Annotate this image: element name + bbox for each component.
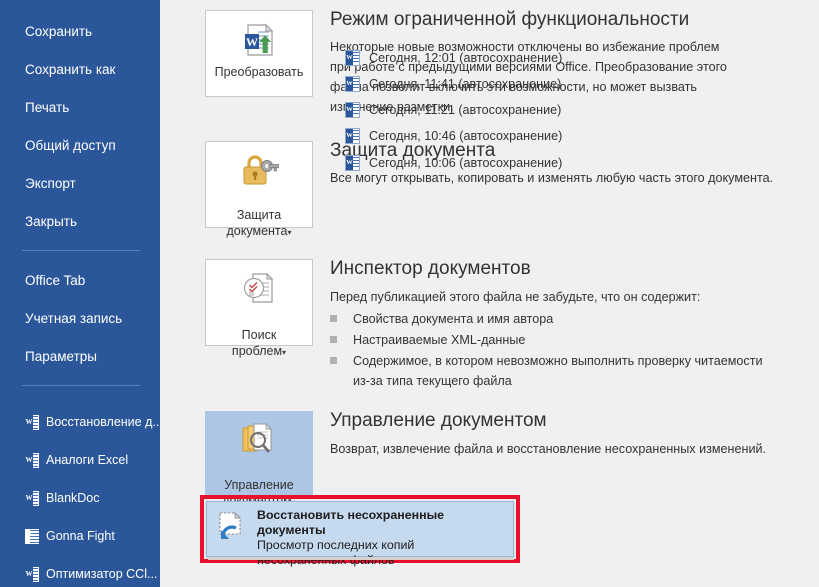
autosave-version-label: Сегодня, 11:41 (автосохранение) (369, 77, 562, 91)
sidebar-item-export[interactable]: Экспорт (0, 170, 160, 196)
sidebar-item-save[interactable]: Сохранить (0, 18, 160, 44)
sidebar-separator (22, 250, 140, 251)
sidebar-item-label: Сохранить (25, 23, 93, 39)
sidebar-separator (22, 385, 140, 386)
recent-doc-3[interactable]: W BlankDoc (0, 485, 160, 511)
word-doc-icon-alt: W (25, 528, 39, 544)
bullet-square-icon (330, 315, 337, 322)
word-doc-icon: W (345, 155, 360, 171)
inspector-bullet: Содержимое, в котором невозможно выполни… (330, 351, 800, 391)
word-doc-icon: W (25, 566, 39, 582)
sidebar-item-account[interactable]: Учетная запись (0, 305, 160, 331)
autosave-version-label: Сегодня, 10:46 (автосохранение) (369, 129, 563, 143)
popup-subtitle: Просмотр последних копий несохраненных ф… (257, 538, 415, 567)
bullet-square-icon (330, 336, 337, 343)
word-backstage-info-screen: Сохранить Сохранить как Печать Общий доступ… (0, 0, 819, 587)
manage-document-icon (240, 423, 278, 457)
autosave-version-row[interactable]: W Сегодня, 11:21 (автосохранение) (345, 102, 561, 118)
recent-doc-1[interactable]: W Восстановление д... (0, 409, 163, 435)
recent-doc-label: Аналоги Excel (46, 453, 129, 467)
sidebar-item-label: Office Tab (25, 272, 86, 288)
word-doc-icon: W (345, 50, 360, 66)
bullet-square-icon (330, 357, 337, 364)
popup-title: Восстановить несохраненные документы (257, 508, 445, 537)
convert-button-label: Преобразовать (214, 65, 304, 79)
convert-document-icon: W (242, 22, 276, 60)
autosave-version-label: Сегодня, 11:21 (автосохранение) (369, 103, 562, 117)
recent-doc-label: BlankDoc (46, 491, 100, 505)
word-doc-icon: W (345, 76, 360, 92)
manage-document-description: Возврат, извлечение файла и восстановлен… (330, 442, 767, 456)
manage-document-button[interactable]: Управление документом▾ (205, 411, 313, 508)
compatibility-title: Режим ограниченной функциональности (330, 9, 690, 30)
inspector-bullet: Свойства документа и имя автора (330, 309, 800, 329)
autosave-version-label: Сегодня, 10:06 (автосохранение) (369, 156, 563, 170)
autosave-version-row[interactable]: W Сегодня, 11:41 (автосохранение) (345, 76, 561, 92)
sidebar-item-print[interactable]: Печать (0, 94, 160, 120)
sidebar-item-options[interactable]: Параметры (0, 343, 160, 369)
recent-doc-label: Восстановление д... (46, 415, 163, 429)
popup-shadow (208, 557, 514, 560)
word-doc-icon: W (345, 128, 360, 144)
lock-key-icon (239, 153, 279, 187)
autosave-version-row[interactable]: W Сегодня, 10:06 (автосохранение) (345, 155, 562, 171)
sidebar-item-save-as[interactable]: Сохранить как (0, 56, 160, 82)
manage-document-title: Управление документом (330, 410, 547, 431)
sidebar-item-share[interactable]: Общий доступ (0, 132, 160, 158)
sidebar-item-label: Общий доступ (25, 137, 116, 153)
sidebar-item-label: Параметры (25, 348, 97, 364)
sidebar-item-label: Сохранить как (25, 61, 116, 77)
recent-doc-label: Оптимизатор CCl... (46, 567, 158, 581)
recent-doc-5[interactable]: W Оптимизатор CCl... (0, 561, 160, 587)
recover-unsaved-documents-menu-item[interactable]: Восстановить несохраненные документы Про… (206, 501, 514, 567)
convert-button[interactable]: W Преобразовать (205, 10, 313, 97)
recent-doc-4[interactable]: W Gonna Fight (0, 523, 160, 549)
recent-doc-2[interactable]: W Аналоги Excel (0, 447, 160, 473)
word-doc-icon: W (25, 414, 39, 430)
info-content-pane: W Преобразовать Режим ограниченной функц… (160, 0, 819, 587)
check-for-issues-button-label: Поиск проблем▾ (231, 328, 287, 358)
sidebar-item-label: Экспорт (25, 175, 76, 191)
sidebar-item-label: Закрыть (25, 213, 77, 229)
chevron-down-icon: ▾ (282, 348, 287, 357)
sidebar-item-office-tab[interactable]: Office Tab (0, 267, 160, 293)
word-doc-icon: W (25, 490, 39, 506)
word-doc-icon: W (345, 102, 360, 118)
check-for-issues-button[interactable]: Поиск проблем▾ (205, 259, 313, 358)
protect-document-button[interactable]: Защита документа▾ (205, 141, 313, 238)
protect-document-button-label: Защита документа▾ (226, 208, 292, 238)
sidebar-item-label: Печать (25, 99, 70, 115)
protect-document-description: Все могут открывать, копировать и изменя… (330, 171, 774, 185)
svg-text:W: W (246, 35, 258, 49)
recent-doc-label: Gonna Fight (46, 529, 115, 543)
inspector-bullet: Настраиваемые XML-данные (330, 330, 800, 350)
autosave-version-label: Сегодня, 12:01 (автосохранение) (369, 51, 563, 65)
document-inspector-title: Инспектор документов (330, 258, 531, 279)
sidebar-item-label: Учетная запись (25, 310, 123, 326)
chevron-down-icon: ▾ (287, 228, 292, 237)
word-doc-icon: W (25, 452, 39, 468)
document-inspector-description: Перед публикацией этого файла не забудьт… (330, 290, 701, 304)
sidebar-item-close[interactable]: Закрыть (0, 208, 160, 234)
document-inspector-icon (241, 271, 277, 307)
autosave-version-row[interactable]: W Сегодня, 10:46 (автосохранение) (345, 128, 562, 144)
backstage-sidebar: Сохранить Сохранить как Печать Общий доступ… (0, 0, 163, 587)
recover-unsaved-icon (217, 510, 247, 547)
autosave-version-row[interactable]: W Сегодня, 12:01 (автосохранение) (345, 50, 562, 66)
